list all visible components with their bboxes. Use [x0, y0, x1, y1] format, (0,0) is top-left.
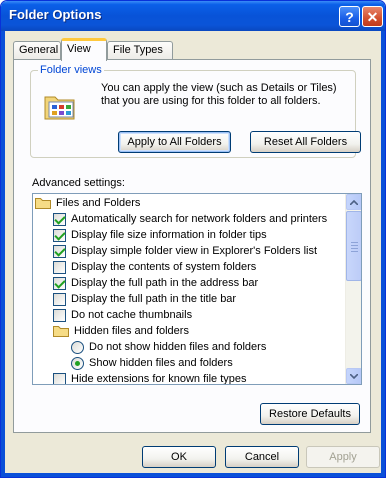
- checkbox-option-row[interactable]: Display simple folder view in Explorer's…: [53, 243, 361, 259]
- tab-file-types[interactable]: File Types: [107, 41, 173, 60]
- help-button[interactable]: ?: [339, 6, 360, 27]
- grip-line: [351, 251, 358, 252]
- radio-button[interactable]: [71, 356, 84, 370]
- folder-views-group: Folder views You can apply the view (suc…: [30, 64, 361, 158]
- radio-option-row[interactable]: Do not show hidden files and folders: [71, 339, 361, 355]
- option-label: Display the full path in the address bar: [71, 277, 259, 289]
- option-label: Hide extensions for known file types: [71, 373, 247, 385]
- tab-general[interactable]: General: [13, 41, 61, 60]
- apply-to-all-folders-button[interactable]: Apply to All Folders: [118, 131, 231, 153]
- tree-folder-row: Files and Folders: [35, 195, 345, 211]
- grip-line: [351, 248, 358, 249]
- checkbox-option-row[interactable]: Automatically search for network folders…: [53, 211, 361, 227]
- window-frame-bottom: [1, 473, 385, 477]
- checkbox[interactable]: [53, 244, 66, 258]
- close-button[interactable]: ✕: [362, 6, 383, 27]
- ok-button[interactable]: OK: [142, 446, 216, 468]
- checkbox-option-row[interactable]: Display the contents of system folders: [53, 259, 361, 275]
- radio-button[interactable]: [71, 340, 84, 354]
- checkbox-option-row[interactable]: Do not cache thumbnails: [53, 307, 361, 323]
- chevron-up-icon: [350, 199, 358, 205]
- option-label: Display simple folder view in Explorer's…: [71, 245, 318, 257]
- folder-views-legend: Folder views: [38, 64, 104, 76]
- option-label: Show hidden files and folders: [89, 357, 233, 369]
- option-label: Display the contents of system folders: [71, 261, 257, 273]
- window-frame-right: [381, 31, 385, 477]
- checkbox-option-row[interactable]: Hide extensions for known file types: [53, 371, 361, 385]
- option-label: Display file size information in folder …: [71, 229, 267, 241]
- tab-view[interactable]: View: [61, 38, 107, 61]
- checkbox[interactable]: [53, 276, 66, 290]
- cancel-button[interactable]: Cancel: [225, 446, 299, 468]
- reset-all-folders-button[interactable]: Reset All Folders: [250, 131, 361, 153]
- option-label: Do not show hidden files and folders: [89, 341, 267, 353]
- option-label: Display the full path in the title bar: [71, 293, 237, 305]
- folder-options-window: Folder Options ? ✕ General File Types Vi…: [0, 0, 386, 478]
- option-label: Automatically search for network folders…: [71, 213, 328, 225]
- vertical-scrollbar[interactable]: [345, 194, 361, 384]
- scroll-up-button[interactable]: [346, 194, 361, 210]
- option-label: Files and Folders: [56, 197, 141, 209]
- chevron-down-icon: [350, 373, 358, 379]
- checkbox[interactable]: [53, 292, 66, 306]
- option-label: Do not cache thumbnails: [71, 309, 193, 321]
- grip-line: [351, 242, 358, 243]
- option-label: Hidden files and folders: [74, 325, 189, 337]
- folder-icon: [35, 198, 51, 209]
- window-frame-left: [1, 31, 5, 477]
- scroll-down-button[interactable]: [346, 368, 361, 384]
- view-tab-panel: Folder views You can apply the view (suc…: [13, 59, 371, 433]
- tree-folder-row: Hidden files and folders: [53, 323, 361, 339]
- checkbox[interactable]: [53, 212, 66, 226]
- checkbox[interactable]: [53, 372, 66, 384]
- checkbox-option-row[interactable]: Display the full path in the address bar: [53, 275, 361, 291]
- apply-button[interactable]: Apply: [306, 446, 380, 468]
- folder-views-description: You can apply the view (such as Details …: [101, 82, 337, 107]
- checkbox[interactable]: [53, 308, 66, 322]
- title-bar[interactable]: Folder Options ? ✕: [1, 1, 385, 31]
- help-icon: ?: [345, 8, 354, 25]
- window-title: Folder Options: [9, 7, 102, 22]
- grip-line: [351, 245, 358, 246]
- checkbox-option-row[interactable]: Display file size information in folder …: [53, 227, 361, 243]
- folder-icon: [53, 326, 69, 337]
- scroll-thumb[interactable]: [346, 211, 361, 281]
- restore-defaults-button[interactable]: Restore Defaults: [260, 403, 360, 425]
- advanced-settings-label: Advanced settings:: [32, 177, 125, 189]
- close-icon: ✕: [366, 8, 379, 25]
- checkbox[interactable]: [53, 260, 66, 274]
- checkbox[interactable]: [53, 228, 66, 242]
- advanced-settings-list[interactable]: Files and Folders Automatically search fo…: [32, 193, 362, 385]
- radio-option-row[interactable]: Show hidden files and folders: [71, 355, 361, 371]
- checkbox-option-row[interactable]: Display the full path in the title bar: [53, 291, 361, 307]
- folder-views-icon: [44, 96, 75, 120]
